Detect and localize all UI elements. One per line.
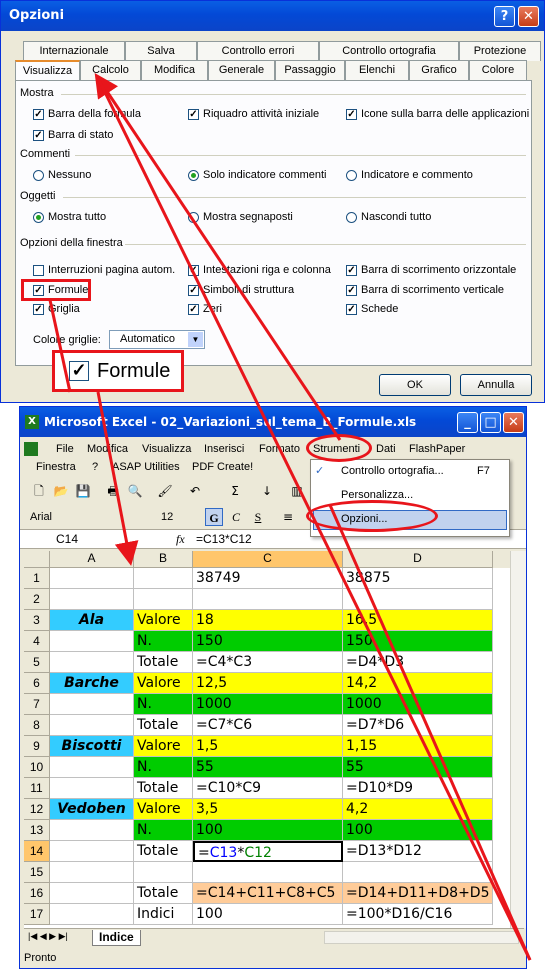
arrow-to-sheet bbox=[96, 391, 139, 566]
arrow-to-visualizza-tab bbox=[94, 73, 342, 441]
arrow-opzioni-line bbox=[328, 504, 532, 961]
arrow-return-line bbox=[96, 77, 532, 961]
annotation-arrows bbox=[48, 73, 532, 961]
arrow-to-checkbox bbox=[48, 299, 72, 393]
